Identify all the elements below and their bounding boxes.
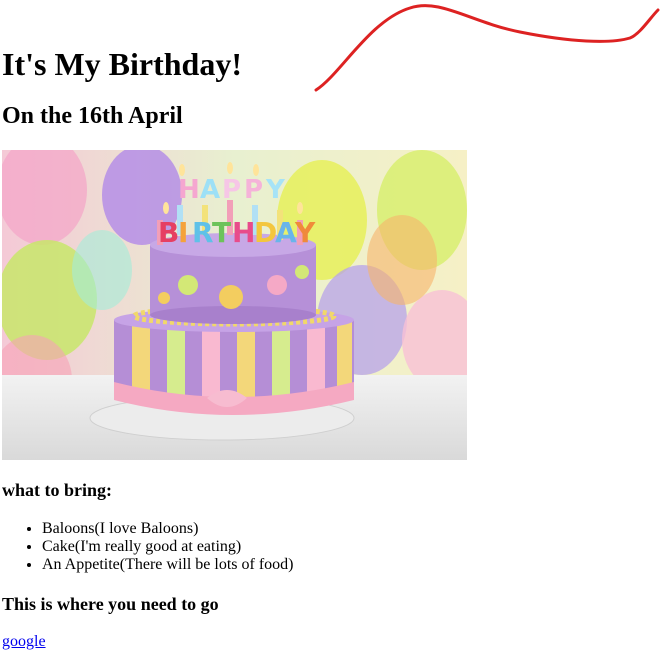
svg-text:R: R bbox=[192, 216, 214, 249]
svg-text:I: I bbox=[178, 216, 188, 249]
list-item: An Appetite(There will be lots of food) bbox=[42, 556, 294, 574]
svg-text:Y: Y bbox=[265, 175, 286, 205]
what-to-bring-heading: what to bring: bbox=[2, 480, 113, 500]
page-body: It's My Birthday! On the 16th April H A … bbox=[0, 0, 661, 661]
svg-text:P: P bbox=[222, 175, 241, 205]
svg-text:P: P bbox=[244, 175, 263, 205]
google-link[interactable]: google bbox=[2, 633, 46, 651]
directions-heading: This is where you need to go bbox=[2, 594, 219, 614]
svg-text:H: H bbox=[232, 216, 255, 249]
list-item: Baloons(I love Baloons) bbox=[42, 520, 294, 538]
page-subtitle: On the 16th April bbox=[2, 103, 183, 129]
bring-list: Baloons(I love Baloons) Cake(I'm really … bbox=[2, 520, 294, 574]
birthday-cake-image: H A P P Y B I R T H D A Y bbox=[2, 150, 467, 460]
list-item: Cake(I'm really good at eating) bbox=[42, 538, 294, 556]
svg-text:H: H bbox=[178, 175, 200, 205]
svg-text:B: B bbox=[158, 216, 179, 249]
svg-text:Y: Y bbox=[294, 216, 316, 249]
page-title: It's My Birthday! bbox=[2, 46, 242, 82]
svg-text:A: A bbox=[200, 175, 220, 205]
svg-text:T: T bbox=[212, 216, 231, 249]
svg-text:A: A bbox=[275, 216, 297, 249]
svg-text:D: D bbox=[254, 216, 277, 249]
